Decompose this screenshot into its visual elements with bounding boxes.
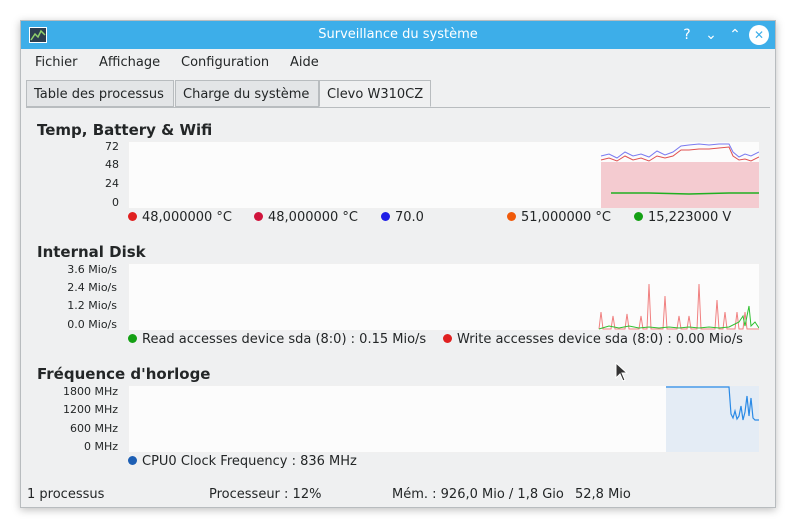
menu-aide[interactable]: Aide: [290, 55, 319, 70]
mouse-cursor-icon: [615, 361, 629, 386]
clock-ytick: 600 MHz: [69, 422, 118, 435]
sensors-legend-item: 15,223000 V: [634, 210, 731, 225]
tab-clevo[interactable]: Clevo W310CZ: [319, 80, 431, 107]
status-processes: 1 processus: [27, 487, 105, 502]
sensors-legend-item: 51,000000 °C: [507, 210, 611, 225]
sensors-ytick: 48: [105, 158, 119, 171]
menu-configuration[interactable]: Configuration: [181, 55, 269, 70]
sensors-legend-item: 70.0: [381, 210, 424, 225]
legend-dot: [507, 212, 516, 221]
disk-ytick: 3.6 Mio/s: [67, 263, 117, 276]
clock-title: Fréquence d'horloge: [37, 365, 211, 383]
legend-label: Write accesses device sda (8:0) : 0.00 M…: [457, 332, 743, 347]
menu-affichage[interactable]: Affichage: [99, 55, 160, 70]
title-bar[interactable]: Surveillance du système ? ⌄ ⌃ ✕: [21, 21, 775, 49]
sensors-title: Temp, Battery & Wifi: [37, 121, 213, 139]
disk-ytick: 1.2 Mio/s: [67, 299, 117, 312]
status-cpu: Processeur : 12%: [209, 487, 322, 502]
disk-title: Internal Disk: [37, 243, 146, 261]
disk-legend-item: Write accesses device sda (8:0) : 0.00 M…: [443, 332, 743, 347]
disk-plot: [128, 263, 760, 331]
clock-graph: [666, 386, 759, 452]
minimize-button[interactable]: ⌄: [701, 25, 721, 45]
sensors-ytick: 0: [112, 196, 119, 209]
disk-ytick: 0.0 Mio/s: [67, 318, 117, 331]
tab-system-load[interactable]: Charge du système: [175, 80, 319, 107]
sensors-legend-item: 48,000000 °C: [254, 210, 358, 225]
legend-label: 15,223000 V: [648, 210, 732, 225]
clock-plot: [128, 385, 760, 453]
close-button[interactable]: ✕: [749, 25, 769, 45]
clock-ytick: 1200 MHz: [62, 403, 118, 416]
legend-label: 48,000000 °C: [142, 210, 233, 225]
status-swap: 52,8 Mio: [575, 487, 631, 502]
legend-dot: [381, 212, 390, 221]
legend-label: CPU0 Clock Frequency : 836 MHz: [142, 454, 357, 469]
disk-legend-item: Read accesses device sda (8:0) : 0.15 Mi…: [128, 332, 426, 347]
legend-label: 48,000000 °C: [268, 210, 359, 225]
tab-divider: [26, 107, 770, 108]
legend-dot: [128, 456, 137, 465]
legend-dot: [128, 334, 137, 343]
menu-fichier[interactable]: Fichier: [35, 55, 78, 70]
disk-ytick: 2.4 Mio/s: [67, 281, 117, 294]
disk-graph: [598, 283, 760, 330]
legend-label: 51,000000 °C: [521, 210, 612, 225]
sensors-ytick: 72: [105, 140, 119, 153]
clock-legend-item: CPU0 Clock Frequency : 836 MHz: [128, 454, 357, 469]
help-button[interactable]: ?: [677, 25, 697, 45]
legend-dot: [254, 212, 263, 221]
window-title: Surveillance du système: [318, 27, 478, 42]
legend-dot: [128, 212, 137, 221]
sensors-ytick: 24: [105, 177, 119, 190]
tab-process-table[interactable]: Table des processus: [26, 80, 174, 107]
sensors-graph: [600, 143, 760, 208]
clock-ytick: 0 MHz: [83, 440, 118, 453]
legend-label: Read accesses device sda (8:0) : 0.15 Mi…: [142, 332, 427, 347]
legend-dot: [634, 212, 643, 221]
maximize-button[interactable]: ⌃: [725, 25, 745, 45]
legend-label: 70.0: [395, 210, 424, 225]
system-monitor-window: Surveillance du système ? ⌄ ⌃ ✕ Fichier …: [20, 20, 776, 508]
status-memory: Mém. : 926,0 Mio / 1,8 Gio: [392, 487, 564, 502]
legend-dot: [443, 334, 452, 343]
clock-ytick: 1800 MHz: [62, 385, 118, 398]
sensors-legend-item: 48,000000 °C: [128, 210, 232, 225]
sensors-plot: [128, 141, 760, 209]
